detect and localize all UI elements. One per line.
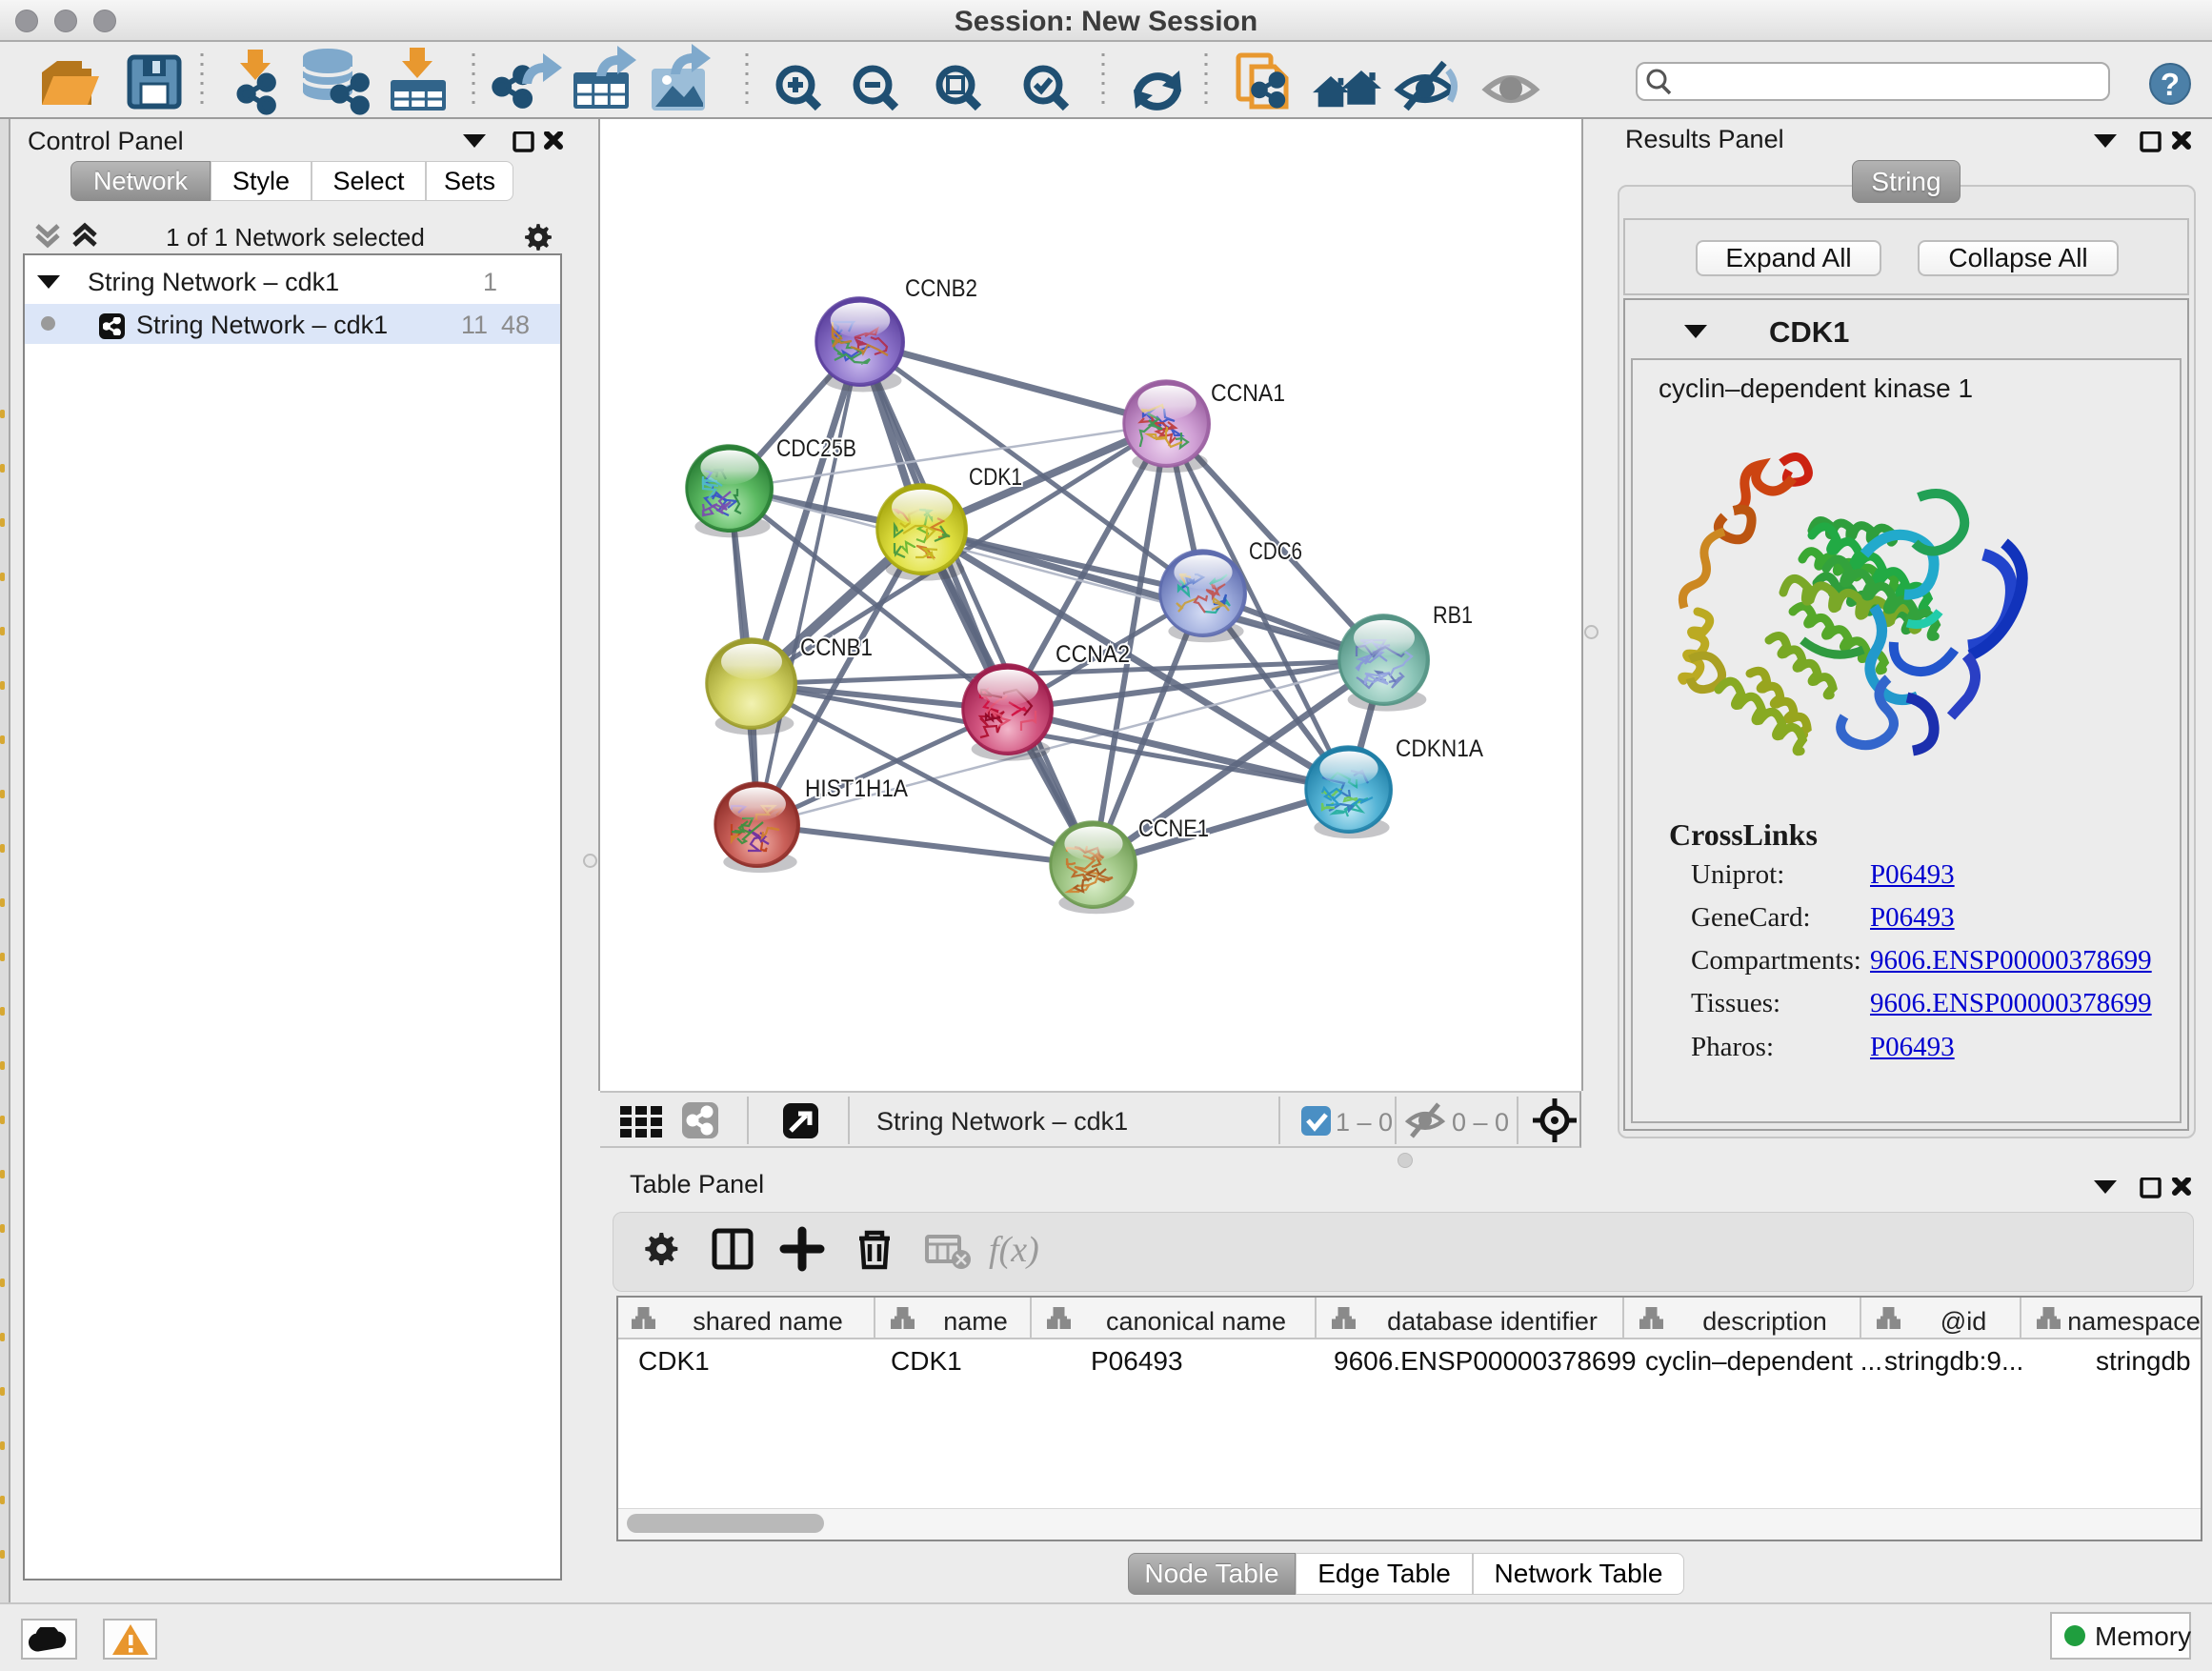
svg-text:CCNA2: CCNA2 xyxy=(1056,641,1130,668)
svg-text:CDK1: CDK1 xyxy=(969,464,1022,491)
svg-text:1 – 0: 1 – 0 xyxy=(1336,1108,1393,1137)
svg-text:0 – 0: 0 – 0 xyxy=(1452,1108,1509,1137)
svg-text:CCNA1: CCNA1 xyxy=(1211,380,1285,407)
svg-text:CDC6: CDC6 xyxy=(1249,538,1302,565)
svg-text:CDC25B: CDC25B xyxy=(776,435,856,462)
svg-text:CCNB2: CCNB2 xyxy=(905,275,977,302)
svg-text:HIST1H1A: HIST1H1A xyxy=(805,775,908,802)
svg-text:CCNE1: CCNE1 xyxy=(1138,815,1209,842)
svg-text:CDKN1A: CDKN1A xyxy=(1396,735,1483,762)
svg-text:CCNB1: CCNB1 xyxy=(800,634,873,661)
svg-text:f(x): f(x) xyxy=(989,1230,1039,1270)
svg-text:RB1: RB1 xyxy=(1433,602,1473,629)
